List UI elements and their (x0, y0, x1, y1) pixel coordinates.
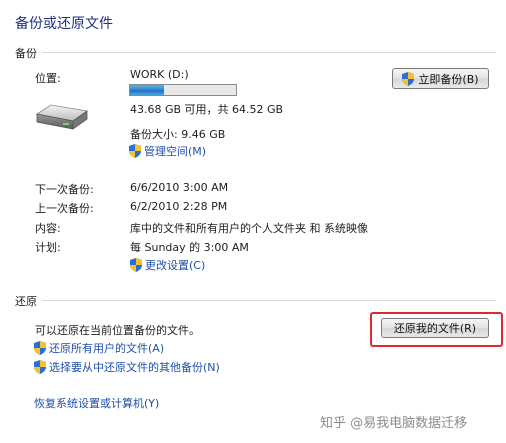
backup-section-label: 备份 (15, 47, 37, 60)
restore-description: 可以还原在当前位置备份的文件。 (35, 324, 200, 337)
recover-system-link[interactable]: 恢复系统设置或计算机(Y) (34, 395, 159, 411)
uac-shield-icon (130, 258, 142, 272)
manage-space-label: 管理空间(M) (144, 145, 207, 158)
change-settings-label: 更改设置(C) (145, 259, 206, 272)
uac-shield-icon (129, 144, 141, 158)
restore-my-files-button[interactable]: 还原我的文件(R) (381, 318, 489, 338)
backup-now-button[interactable]: 立即备份(B) (392, 68, 489, 89)
next-backup-label: 下一次备份: (35, 183, 94, 196)
page-title: 备份或还原文件 (15, 16, 113, 32)
select-other-backup-link[interactable]: 选择要从中还原文件的其他备份(N) (34, 359, 220, 375)
watermark-text: 知乎 @易我电脑数据迁移 (320, 416, 468, 431)
last-backup-label: 上一次备份: (35, 202, 94, 215)
hard-drive-icon (33, 102, 89, 132)
restore-all-users-link[interactable]: 还原所有用户的文件(A) (34, 340, 164, 356)
restore-divider (42, 300, 496, 301)
drive-usage-fill (130, 85, 165, 95)
schedule-value: 每 Sunday 的 3:00 AM (130, 241, 249, 254)
uac-shield-icon (34, 341, 46, 355)
manage-space-link[interactable]: 管理空间(M) (129, 143, 206, 159)
schedule-label: 计划: (35, 241, 61, 254)
uac-shield-icon (402, 71, 415, 86)
drive-usage-bar (129, 84, 237, 96)
backup-size-text: 备份大小: 9.46 GB (130, 128, 226, 141)
contents-label: 内容: (35, 222, 61, 235)
last-backup-value: 6/2/2010 2:28 PM (130, 200, 228, 213)
contents-value: 库中的文件和所有用户的个人文件夹 和 系统映像 (130, 222, 368, 235)
restore-section-label: 还原 (15, 295, 37, 308)
restore-all-users-label: 还原所有用户的文件(A) (49, 342, 165, 355)
uac-shield-icon (34, 360, 46, 374)
location-label: 位置: (35, 72, 61, 85)
change-settings-link[interactable]: 更改设置(C) (130, 257, 205, 273)
drive-space-text: 43.68 GB 可用，共 64.52 GB (130, 103, 284, 116)
next-backup-value: 6/6/2010 3:00 AM (130, 181, 229, 194)
drive-name: WORK (D:) (130, 68, 189, 81)
select-other-backup-label: 选择要从中还原文件的其他备份(N) (49, 361, 220, 374)
backup-divider (42, 52, 496, 53)
backup-now-label: 立即备份(B) (418, 72, 479, 86)
restore-my-files-label: 还原我的文件(R) (393, 322, 477, 335)
